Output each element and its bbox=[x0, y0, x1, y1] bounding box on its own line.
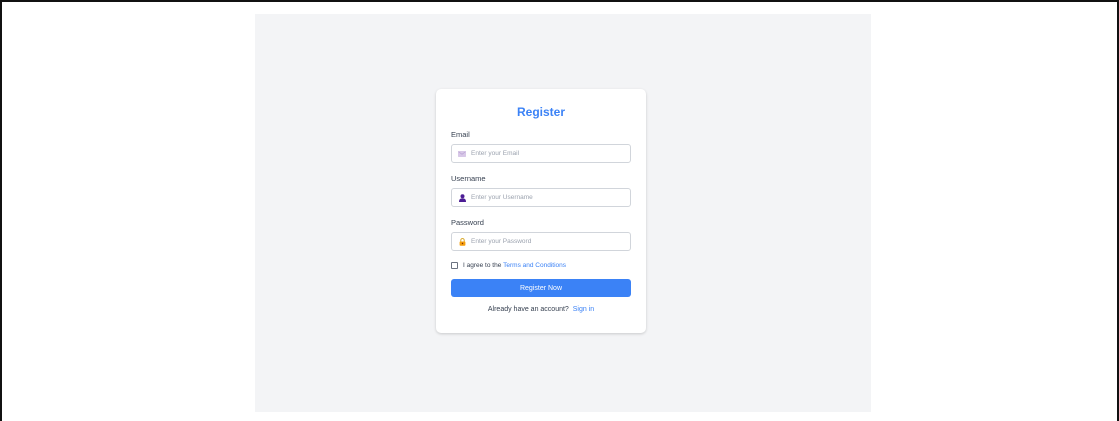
user-icon bbox=[458, 193, 466, 202]
username-input[interactable] bbox=[471, 194, 624, 201]
email-label: Email bbox=[451, 130, 470, 139]
terms-checkbox[interactable] bbox=[451, 262, 458, 269]
register-button[interactable]: Register Now bbox=[451, 279, 631, 297]
register-card: Register Email Username Password bbox=[436, 89, 646, 333]
form-title: Register bbox=[516, 105, 566, 119]
email-field-wrapper[interactable] bbox=[451, 144, 631, 163]
password-label: Password bbox=[451, 218, 484, 227]
terms-prefix: I agree to the bbox=[463, 262, 502, 269]
signin-link[interactable]: Sign in bbox=[573, 306, 594, 313]
password-field-wrapper[interactable] bbox=[451, 232, 631, 251]
username-label: Username bbox=[451, 174, 486, 183]
signin-prompt-text: Already have an account? bbox=[487, 306, 571, 313]
username-field-wrapper[interactable] bbox=[451, 188, 631, 207]
terms-row: I agree to the Terms and Conditions bbox=[451, 262, 631, 269]
password-input[interactable] bbox=[471, 238, 624, 245]
signin-prompt: Already have an account? Sign in bbox=[451, 306, 631, 313]
envelope-icon bbox=[458, 150, 466, 158]
page-panel: Register Email Username Password bbox=[255, 14, 871, 412]
terms-link[interactable]: Terms and Conditions bbox=[503, 262, 566, 269]
lock-icon bbox=[458, 237, 466, 246]
email-input[interactable] bbox=[471, 150, 624, 157]
